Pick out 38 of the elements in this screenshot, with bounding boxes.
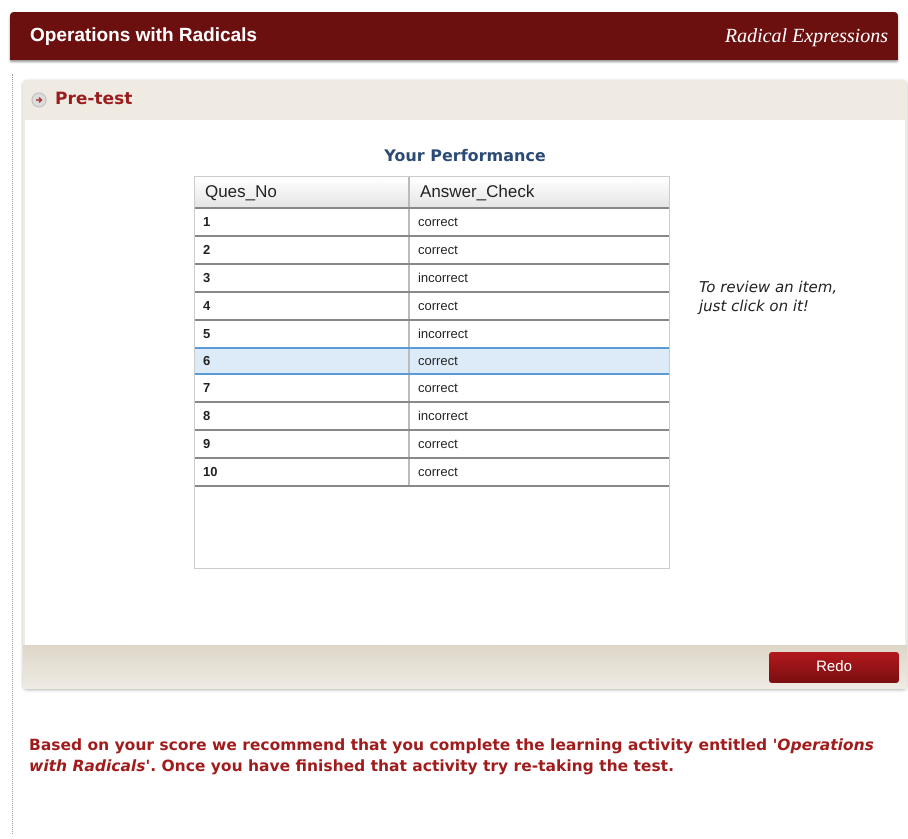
result-row[interactable]: 6 correct <box>195 347 669 375</box>
table-cell: 3 <box>195 265 410 291</box>
table-cell-text: correct <box>417 213 459 232</box>
table-cell: 7 <box>195 375 410 401</box>
table-cell: 10 <box>195 459 410 485</box>
performance-title: Your Performance <box>384 145 546 167</box>
table-cell-text: correct <box>417 297 459 316</box>
column-header[interactable]: Ques_No <box>195 177 410 207</box>
section-title: Pre-test <box>55 88 132 112</box>
table-cell-text: incorrect <box>417 325 469 344</box>
recommendation-text: Based on your score we recommend that you complete the learning activity entitled 'Operations with Radicals'. Once you have finished that activity try re-taking the test. <box>29 735 875 777</box>
table-cell: 4 <box>195 293 410 319</box>
result-row[interactable]: 3 incorrect <box>195 265 669 293</box>
table-cell-text: correct <box>417 241 459 260</box>
table-cell: 2 <box>195 237 410 263</box>
table-cell: 8 <box>195 403 410 429</box>
table-cell: 1 <box>195 209 410 235</box>
redo-button[interactable]: Redo <box>769 652 899 682</box>
topic-title: Radical Expressions <box>724 24 888 49</box>
table-cell-text: correct <box>417 379 459 398</box>
result-row[interactable]: 4 correct <box>195 293 669 321</box>
table-cell-text: incorrect <box>417 269 469 288</box>
result-row[interactable]: 2 correct <box>195 237 669 265</box>
table-cell: 6 <box>195 349 410 373</box>
table-cell-text: correct <box>417 435 459 454</box>
result-row[interactable]: 10 correct <box>195 459 669 487</box>
result-row[interactable]: 1 correct <box>195 209 669 237</box>
arrow-circle-icon <box>31 92 47 108</box>
table-cell-text: correct <box>417 352 459 370</box>
table-cell-text: incorrect <box>417 407 469 426</box>
review-hint: To review an item, just click on it! <box>699 278 838 316</box>
table-cell-text: correct <box>417 463 459 482</box>
course-title: Operations with Radicals <box>30 24 257 48</box>
result-row[interactable]: 9 correct <box>195 431 669 459</box>
result-row[interactable]: 8 incorrect <box>195 403 669 431</box>
result-row[interactable]: 7 correct <box>195 375 669 403</box>
table-cell: 9 <box>195 431 410 457</box>
column-header[interactable]: Answer_Check <box>410 177 669 207</box>
